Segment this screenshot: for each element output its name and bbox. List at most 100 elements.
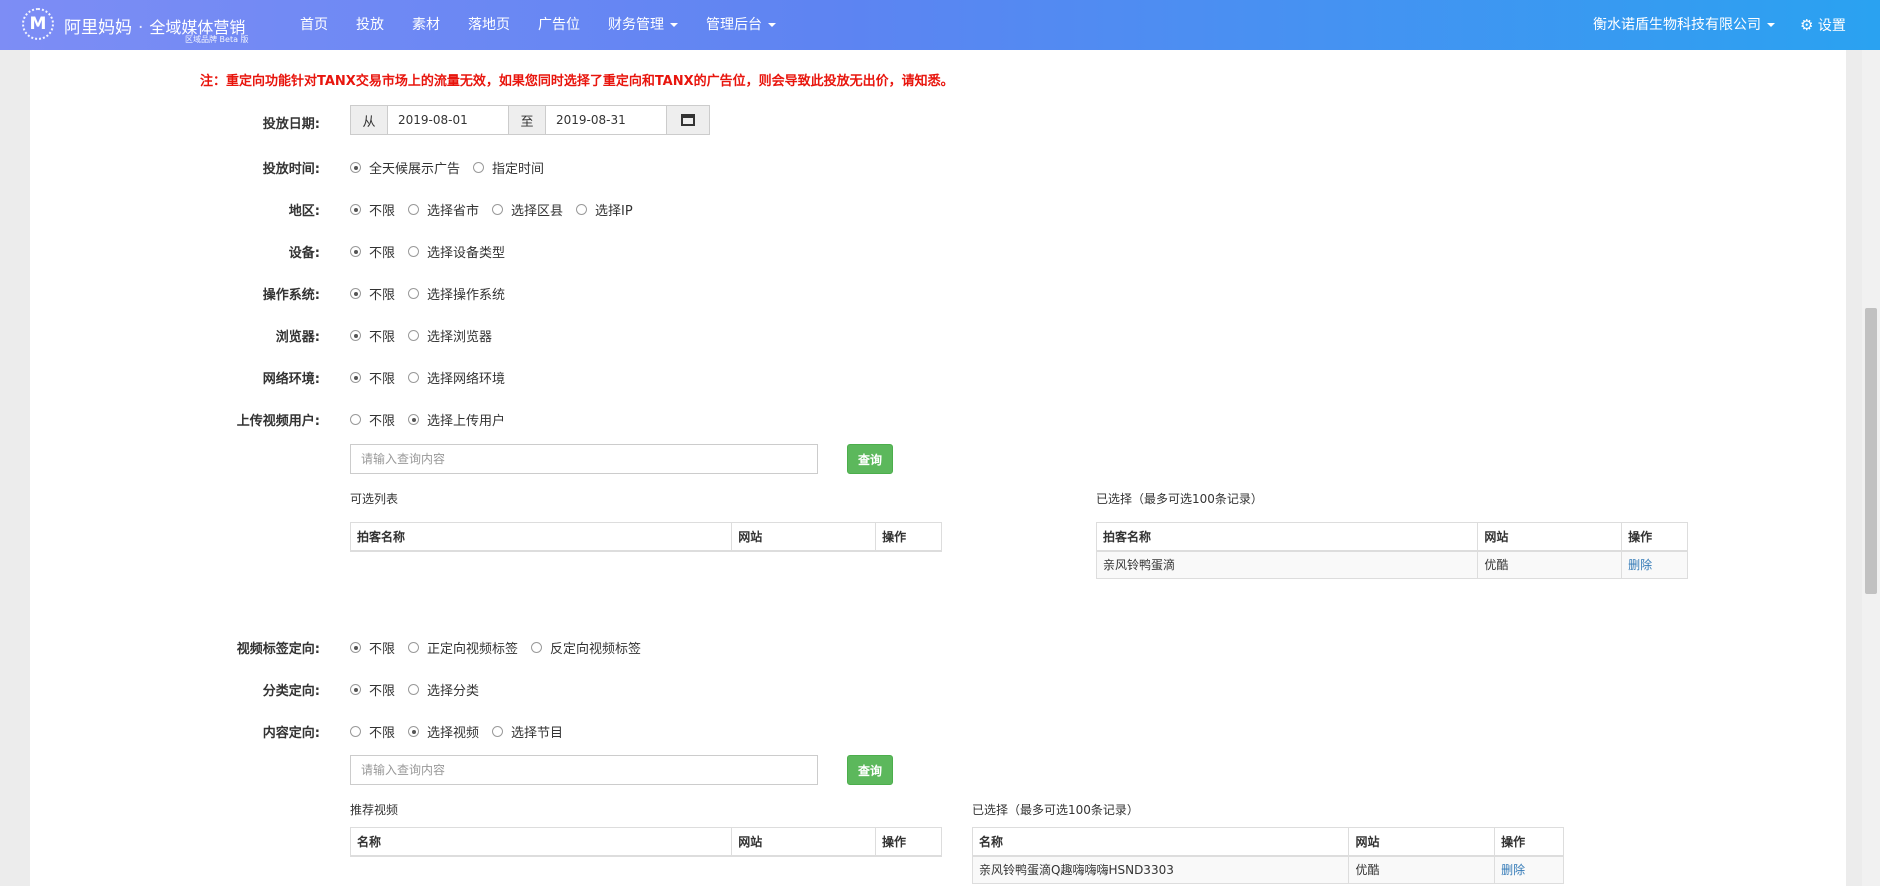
column-header: 名称 <box>971 827 1350 857</box>
nav-item-1[interactable]: 投放 <box>342 0 398 50</box>
option-label: 不限 <box>369 288 396 303</box>
device-option[interactable]: 不限 <box>350 242 395 261</box>
region-option[interactable]: 选择区县 <box>492 200 563 219</box>
category-option[interactable]: 不限 <box>350 680 395 699</box>
uploader-option[interactable]: 不限 <box>350 410 395 429</box>
radio-icon[interactable] <box>350 246 361 257</box>
option-label: 不限 <box>369 726 396 741</box>
nav-item-6[interactable]: 管理后台 <box>692 0 790 50</box>
radio-icon[interactable] <box>408 204 420 215</box>
radio-icon[interactable] <box>408 246 420 257</box>
video-tag-options: 不限 正定向视频标签 反定向视频标签 <box>350 638 654 657</box>
nav-item-5[interactable]: 财务管理 <box>594 0 692 50</box>
selected-video-table: 名称 网站 操作 亲风铃鸭蛋滴Q趣嗨嗨嗨HSND3303 优酷 删除 <box>971 827 1564 884</box>
column-header: 操作 <box>875 827 942 857</box>
radio-icon[interactable] <box>408 288 420 299</box>
brand-subtitle: 区域品牌 Beta 版 <box>185 35 249 44</box>
delete-link[interactable]: 删除 <box>1501 863 1525 877</box>
video-tag-option[interactable]: 反定向视频标签 <box>531 638 641 657</box>
time-option[interactable]: 全天候展示广告 <box>350 158 460 177</box>
radio-icon[interactable] <box>350 372 361 383</box>
device-option[interactable]: 选择设备类型 <box>408 242 505 261</box>
site-cell: 优酷 <box>1477 550 1623 579</box>
browser-option[interactable]: 选择浏览器 <box>408 326 492 345</box>
nav-item-0[interactable]: 首页 <box>286 0 342 50</box>
region-option[interactable]: 选择省市 <box>408 200 479 219</box>
network-option[interactable]: 不限 <box>350 368 395 387</box>
radio-icon[interactable] <box>408 372 420 383</box>
calendar-button[interactable] <box>666 105 710 135</box>
radio-icon[interactable] <box>408 642 420 653</box>
nav-item-label: 广告位 <box>538 17 580 33</box>
uploader-option[interactable]: 选择上传用户 <box>408 410 505 429</box>
brand-separator: · <box>138 18 144 38</box>
radio-icon[interactable] <box>350 414 361 425</box>
radio-icon[interactable] <box>576 204 588 215</box>
option-label: 不限 <box>369 330 396 345</box>
date-label: 投放日期: <box>262 117 320 132</box>
network-label: 网络环境: <box>262 372 320 387</box>
video-tag-option[interactable]: 正定向视频标签 <box>408 638 518 657</box>
radio-icon[interactable] <box>531 642 543 653</box>
browser-option[interactable]: 不限 <box>350 326 395 345</box>
option-label: 选择视频 <box>427 726 480 741</box>
radio-icon[interactable] <box>473 162 485 173</box>
targeting-form: 注：重定向功能针对TANX交易市场上的流量无效，如果您同时选择了重定向和TANX… <box>30 50 1846 886</box>
time-option[interactable]: 指定时间 <box>473 158 544 177</box>
company-menu[interactable]: 衡水诺盾生物科技有限公司 <box>1593 0 1775 50</box>
radio-icon[interactable] <box>350 684 361 695</box>
uploader-search-input[interactable]: 请输入查询内容 <box>350 444 818 474</box>
chevron-down-icon <box>670 23 678 27</box>
time-label: 投放时间: <box>262 162 320 177</box>
date-to-input[interactable]: 2019-08-31 <box>545 105 667 135</box>
scrollbar-thumb[interactable] <box>1865 308 1877 594</box>
column-header: 网站 <box>1348 827 1496 857</box>
available-list-caption: 可选列表 <box>350 492 399 506</box>
option-label: 选择IP <box>595 204 633 219</box>
radio-icon[interactable] <box>350 204 361 215</box>
region-option[interactable]: 不限 <box>350 200 395 219</box>
radio-icon[interactable] <box>350 162 361 173</box>
category-option[interactable]: 选择分类 <box>408 680 479 699</box>
column-header: 拍客名称 <box>349 522 733 552</box>
page-scrollbar[interactable] <box>1862 50 1880 886</box>
radio-icon[interactable] <box>408 684 420 695</box>
video-tag-option[interactable]: 不限 <box>350 638 395 657</box>
os-option[interactable]: 选择操作系统 <box>408 284 505 303</box>
nav-item-2[interactable]: 素材 <box>398 0 454 50</box>
content-option[interactable]: 选择视频 <box>408 722 479 741</box>
region-option[interactable]: 选择IP <box>576 200 633 219</box>
radio-icon[interactable] <box>350 288 361 299</box>
radio-icon[interactable] <box>408 330 420 341</box>
selected-uploader-caption: 已选择（最多可选100条记录） <box>1096 492 1263 506</box>
content-search-button[interactable]: 查询 <box>847 755 893 785</box>
delete-link[interactable]: 删除 <box>1628 558 1652 572</box>
option-label: 全天候展示广告 <box>369 162 461 177</box>
os-option[interactable]: 不限 <box>350 284 395 303</box>
nav-item-4[interactable]: 广告位 <box>524 0 594 50</box>
tanx-notice: 注：重定向功能针对TANX交易市场上的流量无效，如果您同时选择了重定向和TANX… <box>200 74 954 89</box>
radio-icon[interactable] <box>408 726 420 737</box>
category-label: 分类定向: <box>262 684 320 699</box>
nav-item-3[interactable]: 落地页 <box>454 0 524 50</box>
radio-icon[interactable] <box>492 726 504 737</box>
video-name-cell: 亲风铃鸭蛋滴Q趣嗨嗨嗨HSND3303 <box>971 855 1350 884</box>
content-search-input[interactable]: 请输入查询内容 <box>350 755 818 785</box>
selected-video-caption: 已选择（最多可选100条记录） <box>972 803 1139 817</box>
content-option[interactable]: 不限 <box>350 722 395 741</box>
content-options: 不限 选择视频 选择节目 <box>350 722 576 741</box>
radio-icon[interactable] <box>350 330 361 341</box>
radio-icon[interactable] <box>350 642 361 653</box>
calendar-icon <box>681 114 695 126</box>
column-header: 网站 <box>731 827 877 857</box>
radio-icon[interactable] <box>350 726 361 737</box>
network-option[interactable]: 选择网络环境 <box>408 368 505 387</box>
alimama-logo-icon[interactable]: M <box>22 8 54 40</box>
content-option[interactable]: 选择节目 <box>492 722 563 741</box>
settings-link[interactable]: ⚙ 设置 <box>1800 0 1846 51</box>
radio-icon[interactable] <box>492 204 504 215</box>
selected-uploader-table: 拍客名称 网站 操作 亲风铃鸭蛋滴 优酷 删除 <box>1095 522 1688 579</box>
uploader-search-button[interactable]: 查询 <box>847 444 893 474</box>
radio-icon[interactable] <box>408 414 420 425</box>
date-from-input[interactable]: 2019-08-01 <box>387 105 509 135</box>
